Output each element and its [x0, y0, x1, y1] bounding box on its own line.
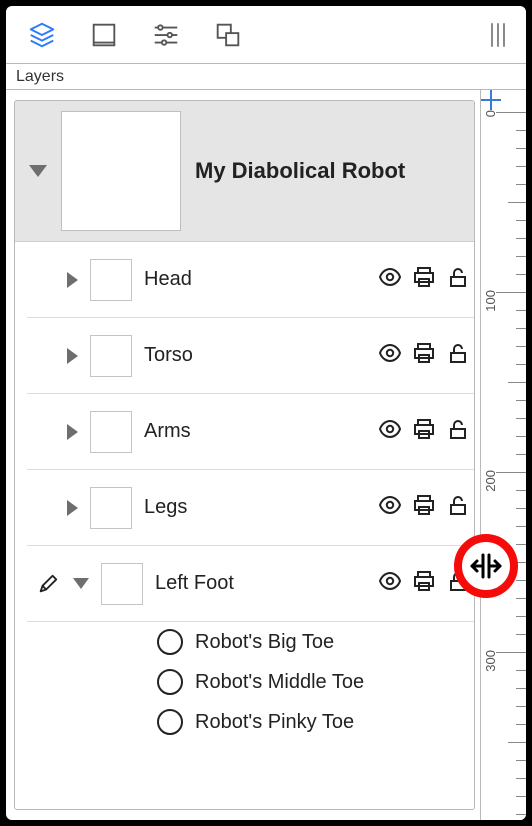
layers-icon[interactable] [24, 17, 60, 53]
lock-icon[interactable] [446, 417, 470, 446]
ruler-label: 0 [483, 110, 498, 117]
layer-name: Head [144, 268, 366, 291]
disclosure-triangle-icon[interactable] [67, 500, 78, 516]
panel-title: Layers [6, 64, 526, 90]
toolbar [6, 6, 526, 64]
ruler-label: 200 [483, 470, 498, 492]
resize-horizontal-icon [469, 549, 503, 583]
shape-marker-icon [157, 669, 183, 695]
layer-thumbnail [101, 563, 143, 605]
print-icon[interactable] [412, 265, 436, 294]
layer-name: Legs [144, 496, 366, 519]
layer-item-row[interactable]: Robot's Middle Toe [27, 662, 474, 702]
visibility-icon[interactable] [378, 493, 402, 522]
layer-name: Torso [144, 344, 366, 367]
layer-item-name: Robot's Pinky Toe [195, 711, 354, 734]
layer-row[interactable]: Torso [27, 318, 474, 394]
layer-row[interactable]: Head [27, 242, 474, 318]
disclosure-triangle-icon[interactable] [67, 272, 78, 288]
print-icon[interactable] [412, 493, 436, 522]
disclosure-triangle-icon[interactable] [67, 424, 78, 440]
layer-thumbnail [90, 335, 132, 377]
shape-marker-icon [157, 629, 183, 655]
panel-title-label: Layers [16, 68, 64, 86]
group-icon[interactable] [210, 17, 246, 53]
disclosure-triangle-icon[interactable] [67, 348, 78, 364]
layer-thumbnail [61, 111, 181, 231]
layer-row[interactable]: Arms [27, 394, 474, 470]
layer-root-name: My Diabolical Robot [195, 158, 460, 184]
lock-icon[interactable] [446, 265, 470, 294]
edit-indicator [35, 573, 61, 595]
shape-marker-icon [157, 709, 183, 735]
layer-row[interactable]: Legs [27, 470, 474, 546]
ruler-label: 100 [483, 290, 498, 312]
layer-thumbnail [90, 259, 132, 301]
print-icon[interactable] [412, 341, 436, 370]
visibility-icon[interactable] [378, 341, 402, 370]
visibility-icon[interactable] [378, 569, 402, 598]
layer-name: Arms [144, 420, 366, 443]
disclosure-triangle-icon[interactable] [73, 578, 89, 589]
ruler-label: 300 [483, 650, 498, 672]
print-icon[interactable] [412, 417, 436, 446]
layer-thumbnail [90, 411, 132, 453]
panel-grip-icon[interactable] [488, 23, 508, 47]
disclosure-triangle-icon[interactable] [29, 165, 47, 177]
layer-item-name: Robot's Middle Toe [195, 671, 364, 694]
vertical-ruler[interactable]: 0 100 200 300 [480, 90, 526, 820]
artboard-icon[interactable] [86, 17, 122, 53]
lock-icon[interactable] [446, 341, 470, 370]
visibility-icon[interactable] [378, 417, 402, 446]
layers-list: My Diabolical Robot Head Torso Arms Legs Lef… [14, 100, 475, 810]
layer-root-row[interactable]: My Diabolical Robot [15, 101, 474, 242]
layer-item-name: Robot's Big Toe [195, 631, 334, 654]
panel-resize-handle[interactable] [454, 534, 518, 598]
visibility-icon[interactable] [378, 265, 402, 294]
layer-item-row[interactable]: Robot's Big Toe [27, 622, 474, 662]
layer-item-row[interactable]: Robot's Pinky Toe [27, 702, 474, 742]
layer-row[interactable]: Left Foot [27, 546, 474, 622]
layer-thumbnail [90, 487, 132, 529]
sliders-icon[interactable] [148, 17, 184, 53]
lock-icon[interactable] [446, 493, 470, 522]
print-icon[interactable] [412, 569, 436, 598]
layer-name: Left Foot [155, 572, 366, 595]
